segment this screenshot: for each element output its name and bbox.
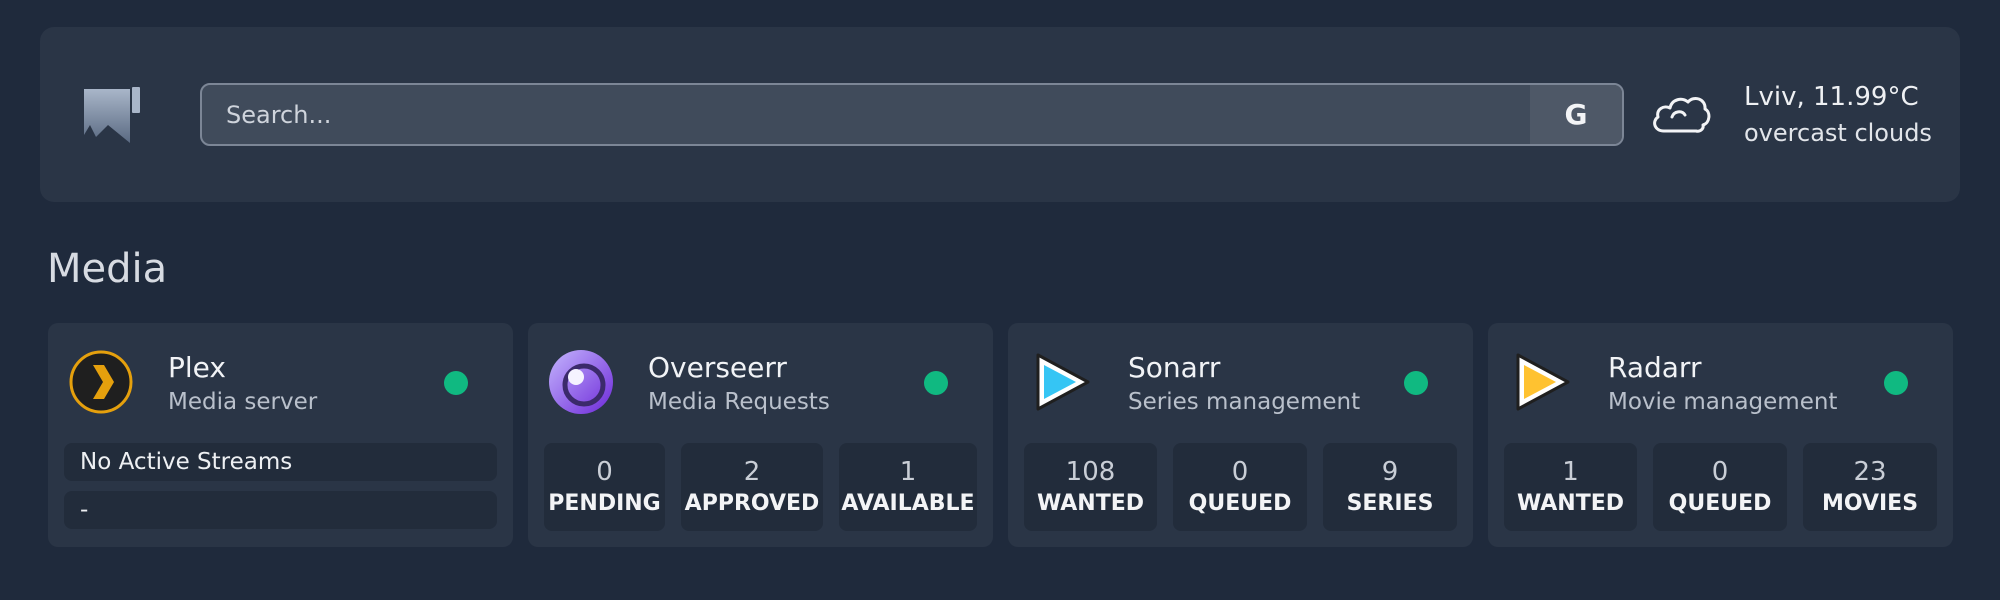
stat-queued: 0 QUEUED [1173,443,1307,531]
stat-value: 1 [1562,457,1579,487]
section-title: Media [47,246,168,292]
stat-value: 0 [1711,457,1729,487]
stream-row: - [64,491,497,529]
stat-label: PENDING [548,491,661,516]
cloud-icon [1653,97,1711,133]
stat-label: APPROVED [684,491,820,516]
plex-icon [69,350,133,414]
stat-movies: 23 MOVIES [1803,443,1937,531]
status-indicator [1884,371,1908,395]
bookmark-logo-icon[interactable] [82,85,142,145]
header-bar: G Lviv, 11.99°C overcast clouds [40,27,1960,202]
weather-description: overcast clouds [1744,119,1932,147]
weather-location-temperature: Lviv, 11.99°C [1744,82,1919,112]
search-engine-button[interactable]: G [1530,85,1622,144]
service-card-plex[interactable]: Plex Media server No Active Streams - [48,323,513,547]
overseerr-icon [549,350,613,414]
stat-label: MOVIES [1821,491,1919,516]
stat-available: 1 AVAILABLE [839,443,977,531]
sonarr-icon [1036,353,1090,411]
search-input[interactable] [202,85,1526,144]
stream-row: No Active Streams [64,443,497,481]
stat-approved: 2 APPROVED [681,443,823,531]
stat-value: 23 [1853,457,1887,487]
stat-value: 0 [596,457,613,487]
stat-queued: 0 QUEUED [1653,443,1787,531]
stat-value: 108 [1065,457,1116,487]
stat-pending: 0 PENDING [544,443,665,531]
service-card-overseerr[interactable]: Overseerr Media Requests 0 PENDING 2 APP… [528,323,993,547]
stat-label: QUEUED [1188,491,1292,516]
stat-value: 1 [899,457,917,487]
search-box: G [200,83,1624,146]
card-title: Overseerr [648,351,787,384]
card-subtitle: Media Requests [648,389,830,415]
status-indicator [1404,371,1428,395]
stat-label: AVAILABLE [841,491,975,516]
status-indicator [444,371,468,395]
service-card-radarr[interactable]: Radarr Movie management 1 WANTED 0 QUEUE… [1488,323,1953,547]
stat-label: WANTED [1036,491,1144,516]
stat-value: 0 [1231,457,1249,487]
stat-value: 2 [743,457,761,487]
stat-label: QUEUED [1668,491,1772,516]
card-subtitle: Series management [1128,389,1361,415]
card-title: Plex [168,351,226,384]
stat-series: 9 SERIES [1323,443,1457,531]
radarr-icon [1516,353,1570,411]
card-title: Radarr [1608,351,1702,384]
stat-wanted: 1 WANTED [1504,443,1637,531]
card-title: Sonarr [1128,351,1221,384]
service-card-sonarr[interactable]: Sonarr Series management 108 WANTED 0 QU… [1008,323,1473,547]
card-subtitle: Media server [168,389,318,415]
card-subtitle: Movie management [1608,389,1838,415]
stat-wanted: 108 WANTED [1024,443,1157,531]
stat-label: WANTED [1516,491,1624,516]
status-indicator [924,371,948,395]
stat-label: SERIES [1346,491,1434,516]
stat-value: 9 [1381,457,1399,487]
